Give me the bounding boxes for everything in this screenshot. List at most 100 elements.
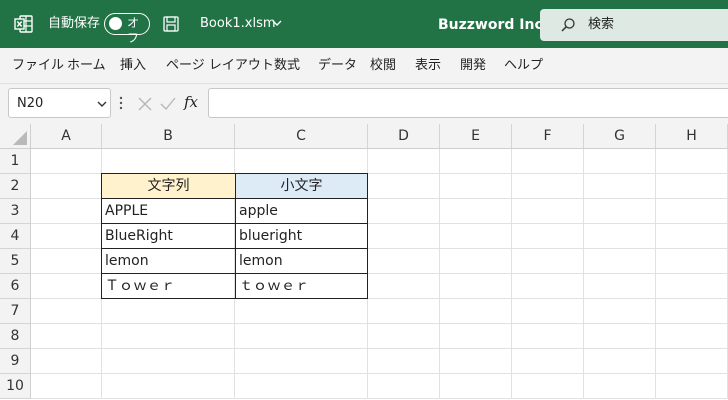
cell-e5[interactable] [440, 249, 512, 274]
row-header-3[interactable]: 3 [0, 199, 31, 224]
cell-h6[interactable] [656, 274, 728, 299]
cell-a9[interactable] [31, 349, 102, 374]
cell-f3[interactable] [512, 199, 584, 224]
row-header-9[interactable]: 9 [0, 349, 31, 374]
chevron-down-icon[interactable] [97, 100, 107, 108]
enter-icon[interactable] [160, 97, 176, 111]
cell-d7[interactable] [368, 299, 440, 324]
excel-icon[interactable] [14, 14, 34, 34]
cell-f7[interactable] [512, 299, 584, 324]
cell-b2[interactable]: 文字列 [101, 173, 236, 199]
cell-g5[interactable] [584, 249, 656, 274]
cell-b8[interactable] [102, 324, 235, 349]
row-header-2[interactable]: 2 [0, 174, 31, 199]
menu-home[interactable]: ホーム [67, 58, 106, 74]
cell-h4[interactable] [656, 224, 728, 249]
search-box[interactable]: 検索 [540, 9, 728, 41]
cell-f6[interactable] [512, 274, 584, 299]
cell-c3[interactable]: apple [235, 198, 368, 224]
cell-d3[interactable] [368, 199, 440, 224]
row-header-8[interactable]: 8 [0, 324, 31, 349]
menu-help[interactable]: ヘルプ [504, 58, 543, 74]
cell-g10[interactable] [584, 374, 656, 399]
cell-e6[interactable] [440, 274, 512, 299]
cell-c2[interactable]: 小文字 [235, 173, 368, 199]
cell-h7[interactable] [656, 299, 728, 324]
cell-f4[interactable] [512, 224, 584, 249]
cell-b6[interactable]: Ｔｏｗｅｒ [101, 273, 236, 299]
workbook-filename[interactable]: Book1.xlsm [200, 16, 276, 32]
cell-c9[interactable] [235, 349, 368, 374]
row-header-10[interactable]: 10 [0, 374, 31, 399]
cell-d6[interactable] [368, 274, 440, 299]
row-header-1[interactable]: 1 [0, 149, 31, 174]
cell-d8[interactable] [368, 324, 440, 349]
cell-f9[interactable] [512, 349, 584, 374]
cell-a6[interactable] [31, 274, 102, 299]
cell-c5[interactable]: lemon [235, 248, 368, 274]
column-header-d[interactable]: D [368, 124, 440, 149]
cell-f1[interactable] [512, 149, 584, 174]
cell-b1[interactable] [102, 149, 235, 174]
column-header-e[interactable]: E [440, 124, 512, 149]
cell-g6[interactable] [584, 274, 656, 299]
cell-e10[interactable] [440, 374, 512, 399]
menu-page-layout[interactable]: ページ レイアウト [166, 58, 274, 74]
cell-d5[interactable] [368, 249, 440, 274]
cell-h10[interactable] [656, 374, 728, 399]
cell-f2[interactable] [512, 174, 584, 199]
cell-a4[interactable] [31, 224, 102, 249]
cell-a8[interactable] [31, 324, 102, 349]
cell-e4[interactable] [440, 224, 512, 249]
cell-c6[interactable]: ｔｏｗｅｒ [235, 273, 368, 299]
column-header-a[interactable]: A [31, 124, 102, 149]
chevron-down-icon[interactable] [272, 19, 282, 27]
row-header-6[interactable]: 6 [0, 274, 31, 299]
cell-h2[interactable] [656, 174, 728, 199]
cell-e1[interactable] [440, 149, 512, 174]
cell-g2[interactable] [584, 174, 656, 199]
cell-c7[interactable] [235, 299, 368, 324]
cell-b5[interactable]: lemon [101, 248, 236, 274]
cell-a2[interactable] [31, 174, 102, 199]
column-header-c[interactable]: C [235, 124, 368, 149]
row-header-4[interactable]: 4 [0, 224, 31, 249]
menu-data[interactable]: データ [318, 58, 357, 74]
cell-f10[interactable] [512, 374, 584, 399]
column-header-b[interactable]: B [102, 124, 235, 149]
cell-e3[interactable] [440, 199, 512, 224]
insert-function-icon[interactable]: fx [184, 92, 198, 112]
cell-b4[interactable]: BlueRight [101, 223, 236, 249]
cell-b9[interactable] [102, 349, 235, 374]
cell-d4[interactable] [368, 224, 440, 249]
menu-file[interactable]: ファイル [12, 58, 64, 74]
select-all-corner[interactable] [0, 124, 31, 149]
menu-formulas[interactable]: 数式 [274, 58, 300, 74]
cancel-icon[interactable] [138, 97, 152, 111]
cell-h3[interactable] [656, 199, 728, 224]
cell-h5[interactable] [656, 249, 728, 274]
cell-b7[interactable] [102, 299, 235, 324]
autosave-toggle[interactable]: オフ [104, 13, 150, 45]
column-header-f[interactable]: F [512, 124, 584, 149]
cell-d9[interactable] [368, 349, 440, 374]
cell-f8[interactable] [512, 324, 584, 349]
cell-e2[interactable] [440, 174, 512, 199]
cell-c8[interactable] [235, 324, 368, 349]
cell-g4[interactable] [584, 224, 656, 249]
name-box[interactable]: N20 [8, 88, 111, 118]
cell-a1[interactable] [31, 149, 102, 174]
more-options-icon[interactable] [119, 96, 123, 110]
cell-f5[interactable] [512, 249, 584, 274]
column-header-g[interactable]: G [584, 124, 656, 149]
cell-h9[interactable] [656, 349, 728, 374]
cell-b3[interactable]: APPLE [101, 198, 236, 224]
formula-input[interactable] [208, 88, 728, 118]
cell-g9[interactable] [584, 349, 656, 374]
cell-e7[interactable] [440, 299, 512, 324]
cell-h1[interactable] [656, 149, 728, 174]
menu-insert[interactable]: 挿入 [120, 58, 146, 74]
cell-h8[interactable] [656, 324, 728, 349]
cell-a10[interactable] [31, 374, 102, 399]
cell-c1[interactable] [235, 149, 368, 174]
